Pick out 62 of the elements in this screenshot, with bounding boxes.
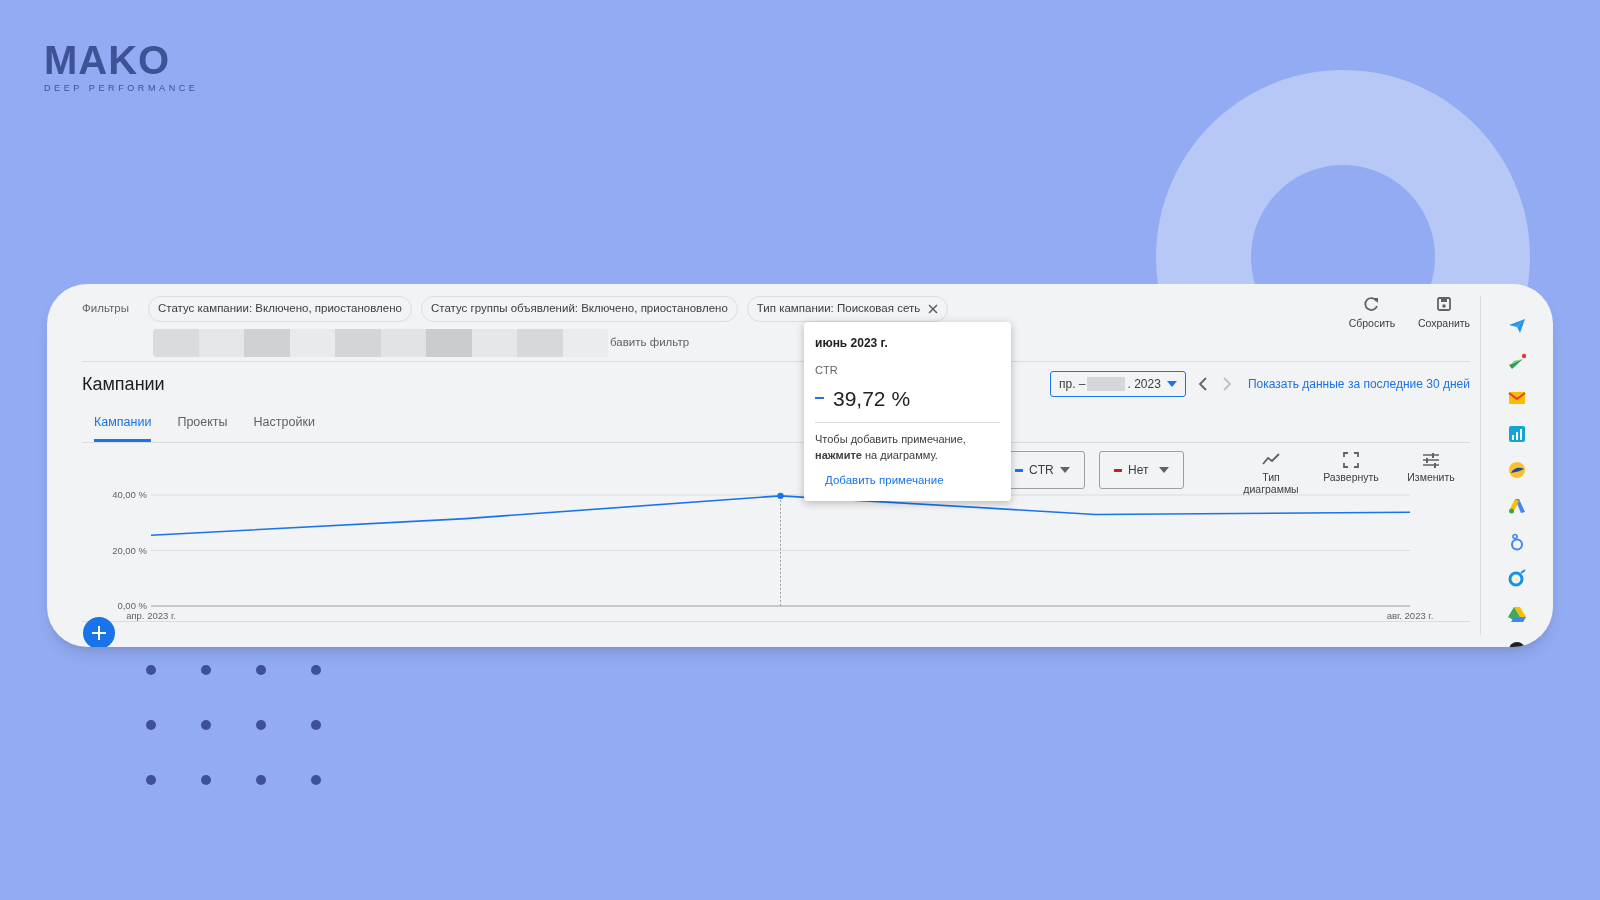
save-button[interactable]: Сохранить: [1418, 296, 1470, 361]
date-range-field[interactable]: пр. – . 2023: [1049, 371, 1186, 397]
envelope-icon[interactable]: [1508, 389, 1526, 407]
triangle-logo-icon[interactable]: [1508, 497, 1526, 515]
metric-swatch: [815, 397, 824, 400]
paper-plane-icon[interactable]: [1508, 317, 1526, 335]
swirl-icon[interactable]: [1508, 461, 1526, 479]
y-axis-label: 40,00 %: [112, 489, 147, 500]
tooltip-hint: Чтобы добавить примечание, нажмите на диаграмму.: [815, 432, 967, 463]
filter-chip[interactable]: Статус кампании: Включено, приостановлено: [148, 296, 412, 322]
last-30-days-link[interactable]: Показать данные за последние 30 дней: [1247, 375, 1470, 393]
add-note-link[interactable]: Добавить примечание: [825, 472, 1000, 490]
add-button[interactable]: [83, 617, 115, 647]
paper-plane-icon[interactable]: [1508, 353, 1526, 371]
add-filter-link[interactable]: бавить фильтр: [610, 334, 690, 352]
page-heading: Кампании: [82, 372, 165, 396]
plus-icon: [92, 626, 106, 640]
drive-icon[interactable]: [1508, 605, 1526, 623]
tooltip-title: июнь 2023 г.: [815, 335, 889, 352]
dot-decoration: [201, 665, 211, 675]
dot-decoration: [201, 720, 211, 730]
dot-decoration: [256, 665, 266, 675]
dropdown-caret-icon: [1166, 381, 1177, 387]
logo-wordmark: MAKO: [44, 40, 171, 80]
expand-icon: [1342, 451, 1360, 469]
dot-decoration: [256, 720, 266, 730]
filters-label: Фильтры: [82, 301, 130, 317]
tab[interactable]: Проекты: [177, 406, 228, 442]
bar-chart-icon[interactable]: [1508, 425, 1526, 443]
ring-icon[interactable]: [1508, 569, 1526, 587]
dropdown-caret-icon: [1060, 467, 1070, 473]
previous-icon[interactable]: [1197, 377, 1208, 391]
refresh-icon: [1364, 296, 1380, 312]
x-axis-label: апр. 2023 г.: [126, 610, 176, 621]
dot-decoration: [311, 775, 321, 785]
chart-type-button[interactable]: Тип диаграммы: [1240, 451, 1302, 495]
logo-tagline: DEEP PERFORMANCE: [44, 82, 199, 95]
dot-decoration: [146, 665, 156, 675]
dot-decoration: [146, 720, 156, 730]
dot-decoration: [256, 775, 266, 785]
metric-dropdown[interactable]: Нет: [1099, 451, 1184, 489]
data-point[interactable]: [777, 492, 784, 500]
y-axis-label: 20,00 %: [112, 544, 147, 556]
filter-chip[interactable]: Тип кампании: Поисковая сеть: [746, 296, 949, 322]
tooltip-value: 39,72 %: [833, 385, 911, 412]
tab[interactable]: Настройки: [253, 406, 315, 442]
expand-button[interactable]: Развернуть: [1320, 451, 1382, 495]
sliders-icon: [1422, 451, 1440, 469]
reset-button[interactable]: Сбросить: [1346, 296, 1398, 361]
x-axis-label: авг. 2023 г.: [1386, 610, 1434, 621]
dot-decoration: [201, 775, 211, 785]
tab[interactable]: Кампании: [94, 406, 152, 442]
y-axis-label: 0,00 %: [117, 600, 147, 611]
dot-decoration: [311, 665, 321, 675]
dot-decoration: [146, 775, 156, 785]
dropdown-caret-icon: [1159, 467, 1169, 473]
ring-icon[interactable]: [1508, 533, 1526, 551]
adjust-button[interactable]: Изменить: [1400, 451, 1462, 495]
dot-decoration: [311, 720, 321, 730]
close-icon[interactable]: [928, 304, 939, 314]
tooltip-metric: CTR: [815, 363, 839, 378]
filter-chip[interactable]: Статус группы объявлений: Включено, приостановлено: [420, 296, 738, 322]
